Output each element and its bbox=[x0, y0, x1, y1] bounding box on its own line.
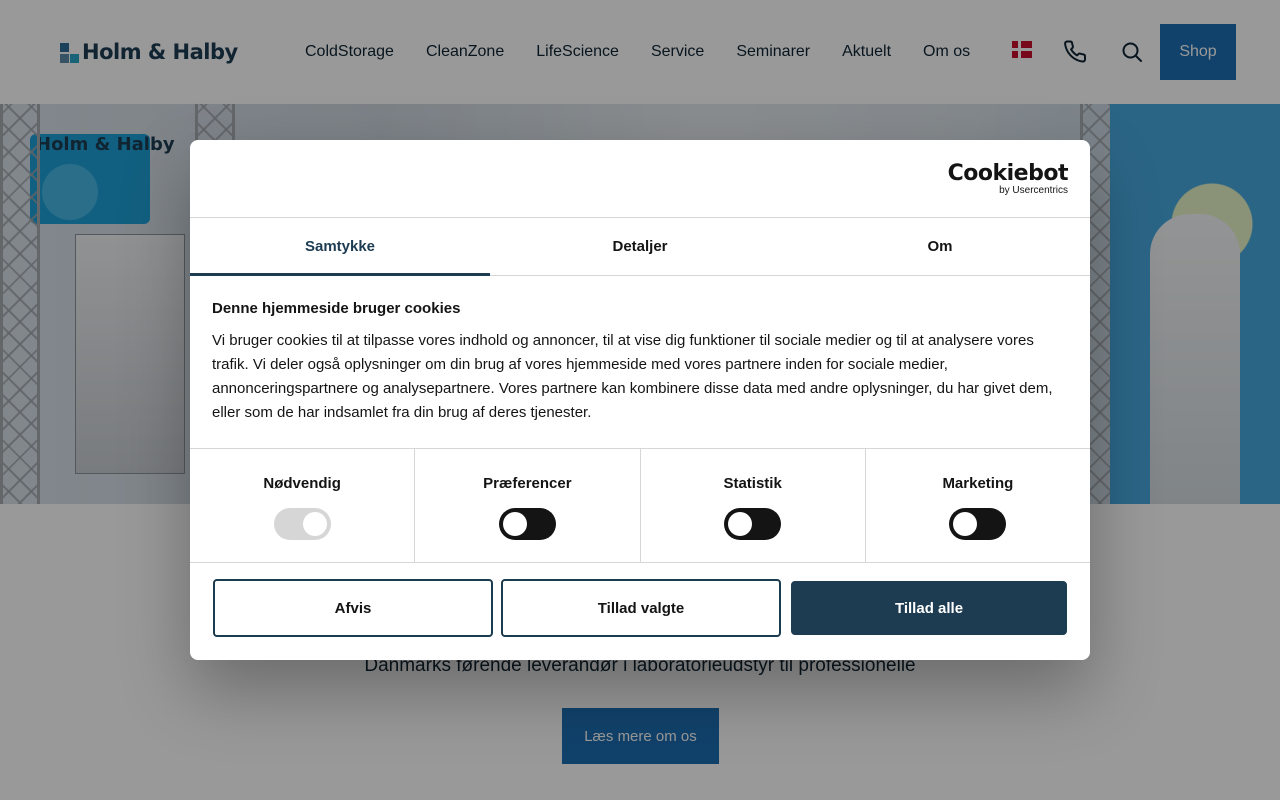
cookiebot-logo-sub: by Usercentrics bbox=[999, 185, 1068, 196]
dialog-tabs: Samtykke Detaljer Om bbox=[190, 218, 1090, 276]
cookie-consent-dialog: Cookiebot by Usercentrics Samtykke Detal… bbox=[190, 140, 1090, 660]
preferences-toggle[interactable] bbox=[498, 508, 556, 540]
dialog-title: Denne hjemmeside bruger cookies bbox=[212, 300, 461, 317]
tab-om[interactable]: Om bbox=[790, 218, 1090, 275]
category-necessary: Nødvendig bbox=[190, 449, 416, 562]
dialog-actions: Afvis Tillad valgte Tillad alle bbox=[190, 563, 1090, 637]
tab-detaljer[interactable]: Detaljer bbox=[490, 218, 790, 275]
dialog-header: Cookiebot by Usercentrics bbox=[190, 140, 1090, 218]
category-marketing: Marketing bbox=[866, 449, 1090, 562]
category-label: Nødvendig bbox=[263, 475, 341, 492]
allow-selected-button[interactable]: Tillad valgte bbox=[501, 579, 781, 637]
dialog-body: Denne hjemmeside bruger cookies Vi bruge… bbox=[190, 276, 1090, 449]
cookiebot-logo[interactable]: Cookiebot by Usercentrics bbox=[947, 161, 1069, 196]
consent-categories: Nødvendig Præferencer Statistik Marketin… bbox=[190, 449, 1090, 563]
statistics-toggle[interactable] bbox=[724, 508, 782, 540]
marketing-toggle[interactable] bbox=[949, 508, 1007, 540]
category-statistics: Statistik bbox=[641, 449, 866, 562]
dialog-description: Vi bruger cookies til at tilpasse vores … bbox=[212, 332, 1053, 421]
category-preferences: Præferencer bbox=[415, 449, 641, 562]
category-label: Præferencer bbox=[483, 475, 572, 492]
necessary-toggle bbox=[273, 508, 331, 540]
allow-all-button[interactable]: Tillad alle bbox=[791, 581, 1067, 635]
reject-button[interactable]: Afvis bbox=[213, 579, 493, 637]
cookiebot-logo-name: Cookiebot bbox=[947, 161, 1069, 186]
category-label: Marketing bbox=[942, 475, 1014, 492]
tab-samtykke[interactable]: Samtykke bbox=[190, 218, 490, 276]
category-label: Statistik bbox=[723, 475, 782, 492]
